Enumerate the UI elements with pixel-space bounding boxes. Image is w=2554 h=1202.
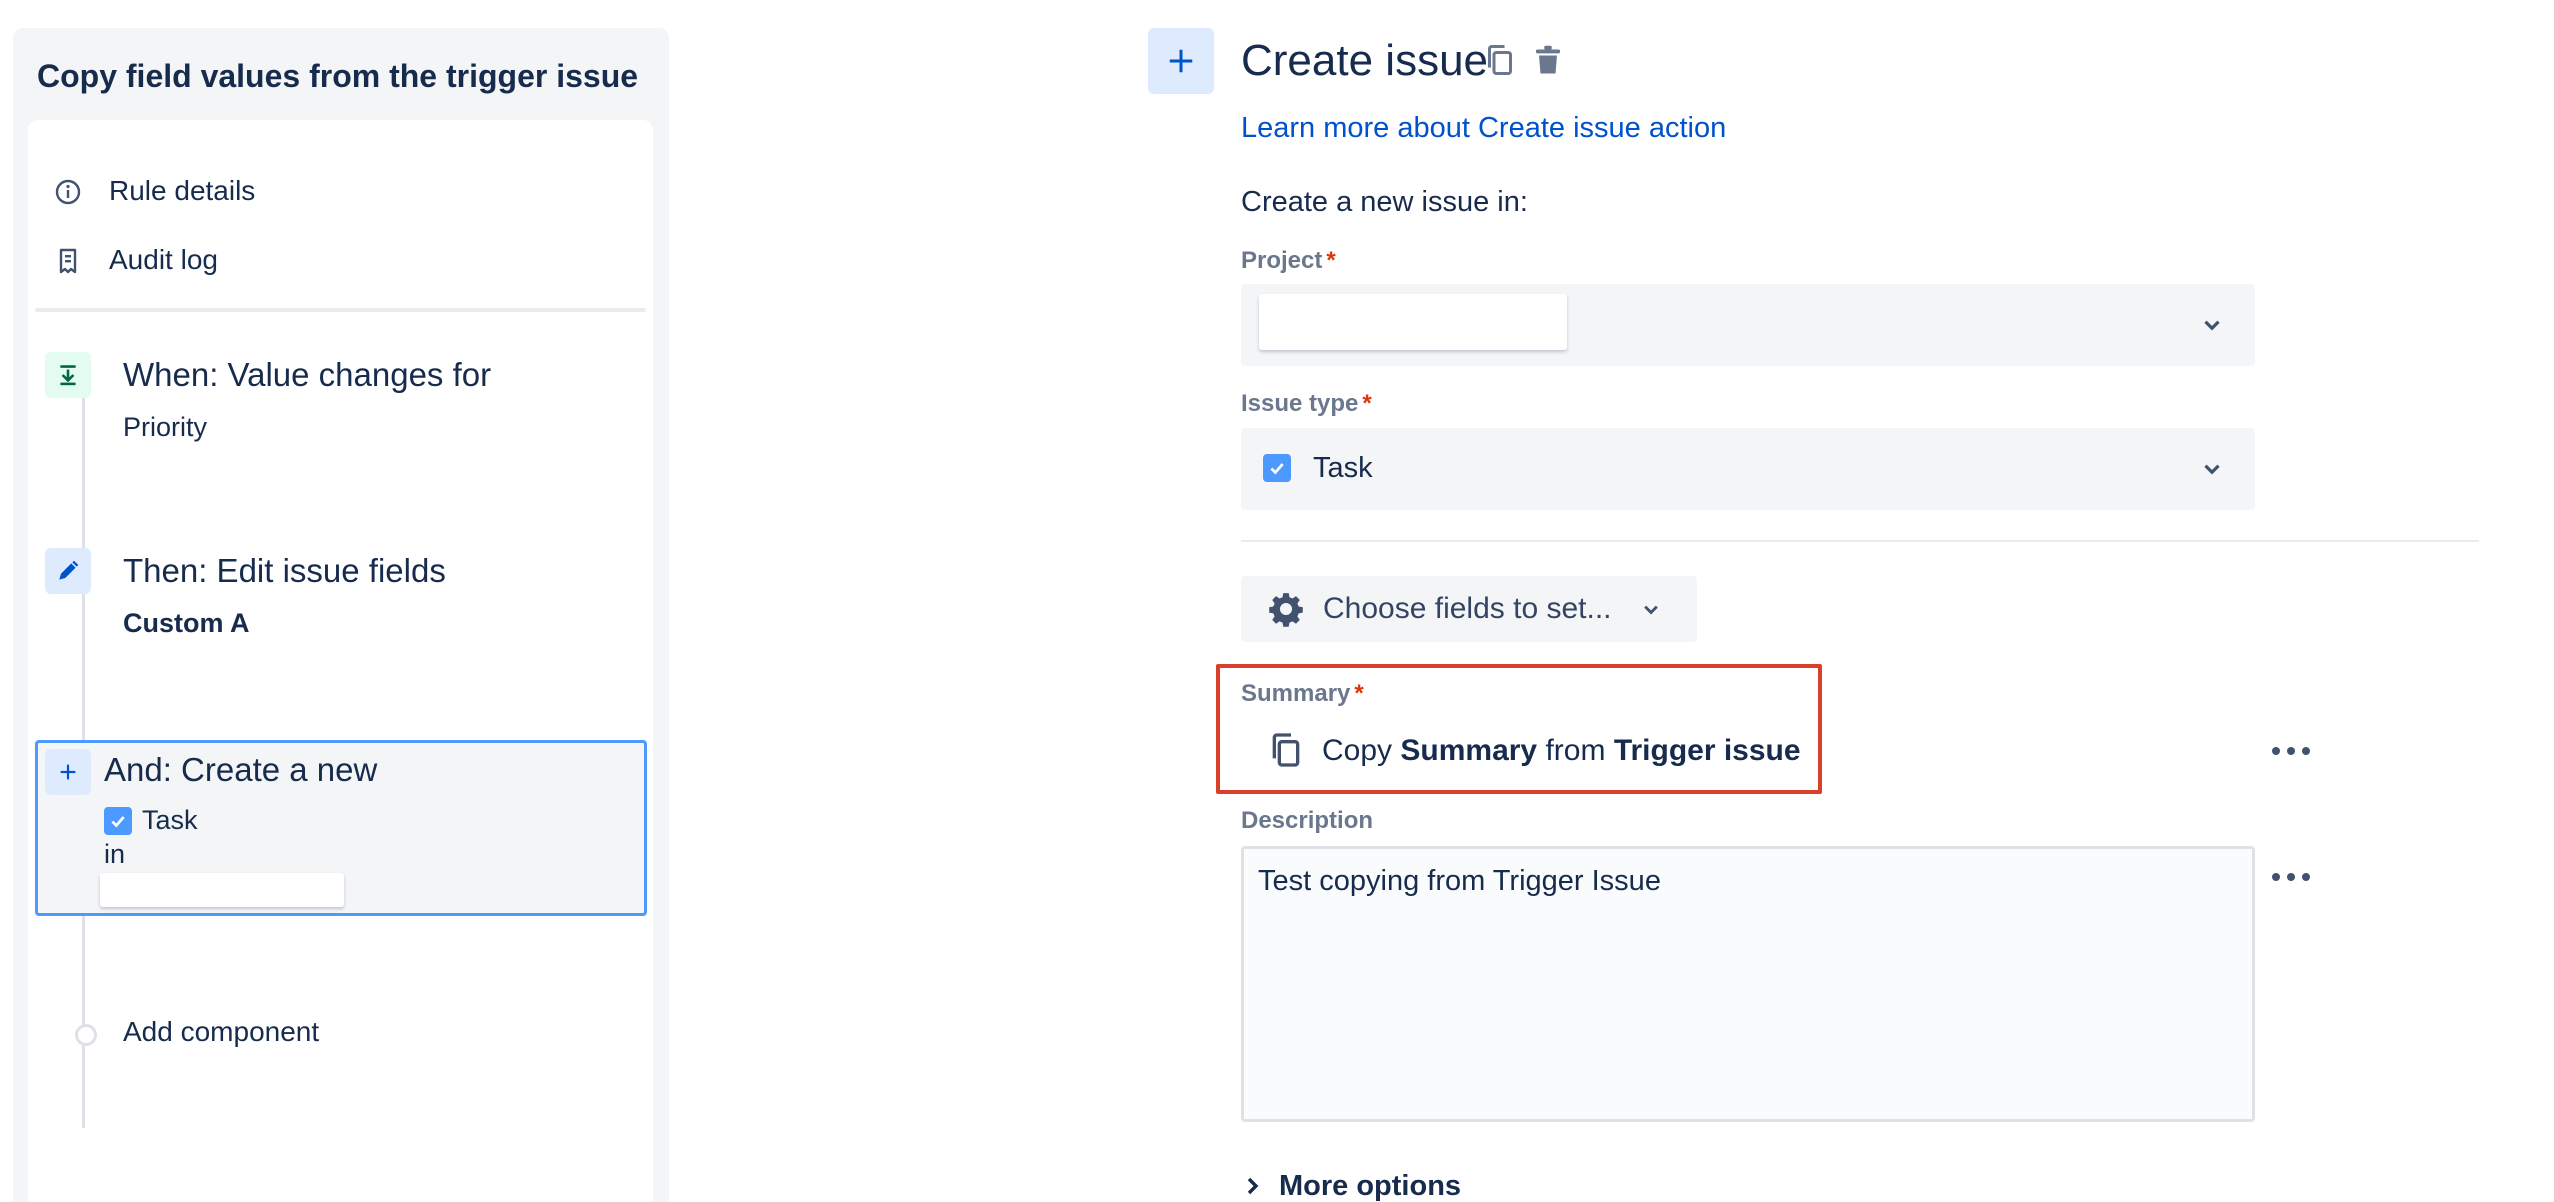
summary-more-button[interactable]	[2266, 736, 2316, 766]
component-create-issue-title: And: Create a new	[104, 751, 378, 788]
gear-icon	[1269, 593, 1303, 627]
section-divider	[1241, 540, 2479, 542]
task-checkbox-icon	[104, 806, 132, 835]
action-title: Create issue	[1241, 36, 1489, 85]
nav-audit-log-label: Audit log	[109, 244, 218, 275]
nav-rule-details-label: Rule details	[109, 175, 256, 206]
copy-field-name: Summary	[1400, 734, 1538, 767]
chevron-down-icon	[2204, 320, 2220, 331]
component-trigger[interactable]: When: Value changes for Priority	[35, 352, 646, 472]
learn-more-link[interactable]: Learn more about Create issue action	[1241, 112, 1726, 145]
description-textarea[interactable]: Test copying from Trigger Issue	[1241, 846, 2255, 1122]
dot-icon	[2287, 873, 2295, 881]
project-label: Project *	[1241, 247, 1336, 275]
component-trigger-title: When: Value changes for	[123, 356, 492, 393]
issue-type-select[interactable]: Task	[1241, 428, 2255, 510]
info-icon	[55, 179, 81, 205]
chevron-down-icon	[2204, 464, 2220, 475]
copy-source: Trigger issue	[1613, 734, 1801, 767]
issue-type-label-text: Issue type	[1241, 390, 1359, 417]
create-in-label: Create a new issue in:	[1241, 186, 1528, 218]
pencil-icon	[45, 548, 91, 594]
copy-icon[interactable]	[1482, 42, 1518, 78]
project-placeholder-box	[100, 873, 344, 907]
more-options-label: More options	[1279, 1170, 1462, 1202]
dot-icon	[2302, 873, 2310, 881]
component-create-issue[interactable]: And: Create a new Task in	[35, 740, 647, 916]
project-select-value	[1259, 294, 1567, 350]
field-change-icon	[45, 352, 91, 398]
component-trigger-detail: Priority	[123, 412, 208, 442]
dot-icon	[2272, 747, 2280, 755]
description-more-button[interactable]	[2266, 862, 2316, 892]
nav-divider	[35, 308, 646, 312]
document-icon	[59, 248, 77, 274]
rule-sidebar: Copy field values from the trigger issue…	[13, 28, 669, 1202]
summary-label: Summary *	[1241, 680, 1364, 708]
project-select[interactable]	[1241, 284, 2255, 366]
component-edit-issue-detail: Custom A	[123, 608, 250, 638]
chevron-down-icon	[1644, 605, 1658, 615]
dot-icon	[2302, 747, 2310, 755]
issue-type-label: Issue type *	[1241, 390, 1372, 418]
component-edit-issue-title: Then: Edit issue fields	[123, 552, 446, 589]
choose-fields-label: Choose fields to set...	[1323, 592, 1612, 625]
nav-audit-log[interactable]: Audit log	[28, 230, 653, 290]
issue-type-value: Task	[1313, 452, 1373, 484]
rule-title: Copy field values from the trigger issue	[37, 58, 639, 94]
dot-icon	[2287, 747, 2295, 755]
required-marker: *	[1326, 247, 1336, 274]
dot-icon	[2272, 873, 2280, 881]
add-component-button[interactable]: Add component	[35, 1010, 646, 1060]
nav-rule-details[interactable]: Rule details	[28, 161, 653, 221]
summary-label-text: Summary	[1241, 680, 1351, 707]
chevron-right-icon	[1247, 1177, 1259, 1195]
project-label-text: Project	[1241, 247, 1323, 274]
component-create-issue-type-label: Task	[142, 805, 198, 835]
task-type-icon	[1263, 454, 1291, 482]
required-marker: *	[1362, 390, 1372, 417]
plus-icon	[45, 749, 91, 795]
choose-fields-button[interactable]: Choose fields to set...	[1241, 576, 1697, 642]
component-edit-issue[interactable]: Then: Edit issue fields Custom A	[35, 548, 646, 668]
copy-prefix: Copy	[1322, 734, 1393, 767]
copy-mid: from	[1545, 734, 1606, 767]
required-marker: *	[1354, 680, 1364, 707]
summary-copy-value[interactable]: Copy Summary from Trigger issue	[1322, 734, 1801, 768]
rule-card: Rule details Audit log When: Value chang…	[28, 120, 653, 1202]
copy-field-icon	[1272, 733, 1300, 767]
action-plus-icon	[1148, 28, 1214, 94]
trash-icon[interactable]	[1530, 42, 1566, 78]
component-create-issue-in: in	[104, 839, 126, 869]
add-component-label: Add component	[123, 1016, 320, 1047]
description-label: Description	[1241, 807, 1374, 834]
component-create-issue-type: Task	[104, 805, 198, 836]
